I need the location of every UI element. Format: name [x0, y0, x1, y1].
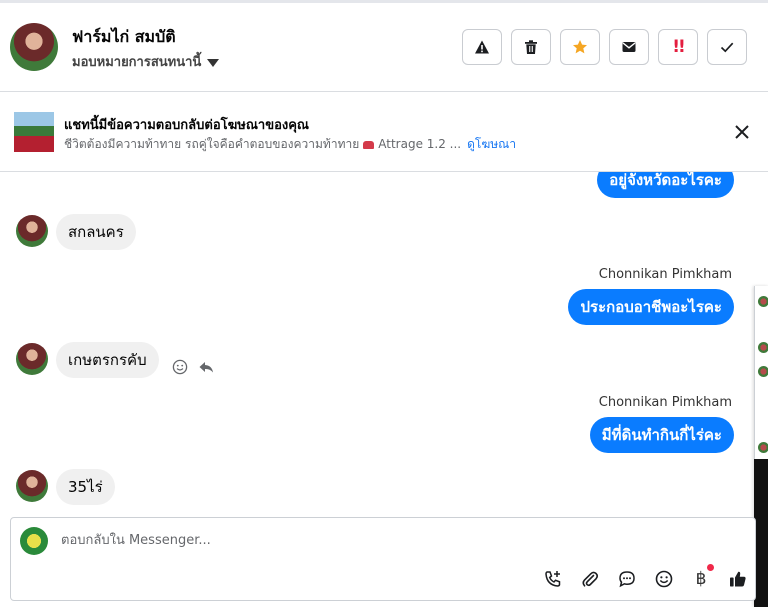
message-bubble-incoming[interactable]: 35ไร่	[56, 469, 115, 505]
header-actions: !!	[462, 29, 747, 65]
trash-icon	[525, 40, 537, 54]
message-bubble-incoming[interactable]: สกลนคร	[56, 214, 136, 250]
paperclip-icon	[582, 571, 599, 587]
message-bubble-outgoing[interactable]: มีที่ดินทำกินกี่ไร่คะ	[589, 417, 734, 453]
thumbs-up-icon	[730, 571, 746, 587]
conversation-header: ฟาร์มไก่ สมบัติ มอบหมายการสนทนานี้ !!	[0, 3, 768, 92]
react-emoji-icon[interactable]	[172, 359, 188, 375]
assign-label: มอบหมายการสนทนานี้	[72, 55, 202, 70]
star-button[interactable]	[560, 29, 600, 65]
reply-composer: ฿	[10, 517, 756, 601]
contact-avatar-small	[16, 343, 48, 375]
page-avatar	[20, 527, 48, 555]
emoji-button[interactable]	[653, 568, 675, 590]
dark-overlay-edge	[754, 459, 768, 607]
message-bubble-outgoing[interactable]: ประกอบอาชีพอะไรคะ	[568, 289, 734, 325]
contact-avatar-small	[16, 215, 48, 247]
ad-caption: ชีวิตต้องมีความท้าทาย รถคู่ใจคือคำตอบของ…	[64, 137, 360, 151]
like-button[interactable]	[727, 568, 749, 590]
call-button[interactable]	[542, 568, 564, 590]
call-add-icon	[545, 571, 561, 587]
ad-banner-subtitle: ชีวิตต้องมีความท้าทาย รถคู่ใจคือคำตอบของ…	[64, 135, 516, 154]
mark-unread-button[interactable]	[609, 29, 649, 65]
saved-replies-button[interactable]	[616, 568, 638, 590]
baht-icon: ฿	[695, 569, 707, 589]
notification-dot	[707, 564, 714, 571]
avatar	[758, 442, 768, 453]
avatar	[758, 366, 768, 377]
ad-car-model: Attrage 1.2 ...	[378, 137, 462, 151]
composer-tools: ฿	[542, 564, 749, 590]
sender-name: Chonnikan Pimkham	[598, 395, 732, 410]
contact-avatar-small	[16, 470, 48, 502]
message-bubble-outgoing[interactable]: อยู่จังหวัดอะไรคะ	[597, 172, 734, 198]
ad-thumbnail	[14, 112, 54, 152]
emoji-icon	[655, 570, 673, 588]
reply-input[interactable]	[59, 532, 743, 549]
close-icon[interactable]	[732, 122, 752, 142]
payment-button[interactable]: ฿	[690, 564, 714, 590]
warning-icon	[475, 40, 489, 54]
contact-name[interactable]: ฟาร์มไก่ สมบัติ	[72, 25, 176, 50]
attach-button[interactable]	[579, 568, 601, 590]
message-thread[interactable]: อยู่จังหวัดอะไรคะ สกลนคร Chonnikan Pimkh…	[0, 172, 768, 516]
double-exclamation-icon: !!	[672, 37, 685, 57]
mark-done-button[interactable]	[707, 29, 747, 65]
ad-banner-title: แชทนี้มีข้อความตอบกลับต่อโฆษณาของคุณ	[64, 118, 309, 133]
sender-name: Chonnikan Pimkham	[598, 267, 732, 282]
star-icon	[573, 40, 587, 54]
contact-avatar[interactable]	[10, 23, 58, 71]
follow-up-button[interactable]: !!	[658, 29, 698, 65]
message-bubble-incoming[interactable]: เกษตรกรคับ	[56, 342, 159, 378]
view-ad-link[interactable]: ดูโฆษณา	[467, 137, 516, 151]
avatar	[758, 342, 768, 353]
envelope-icon	[622, 42, 636, 52]
reply-icon[interactable]	[198, 359, 214, 375]
avatar	[758, 296, 768, 307]
report-spam-button[interactable]	[462, 29, 502, 65]
assign-conversation-dropdown[interactable]: มอบหมายการสนทนานี้	[72, 51, 220, 72]
delete-button[interactable]	[511, 29, 551, 65]
message-hover-actions	[172, 359, 214, 375]
ad-reply-banner: แชทนี้มีข้อความตอบกลับต่อโฆษณาของคุณ ชีว…	[0, 92, 768, 172]
checkmark-icon	[720, 42, 734, 53]
car-icon	[363, 140, 375, 149]
caret-down-icon	[207, 58, 220, 67]
chat-bubble-icon	[619, 571, 635, 588]
